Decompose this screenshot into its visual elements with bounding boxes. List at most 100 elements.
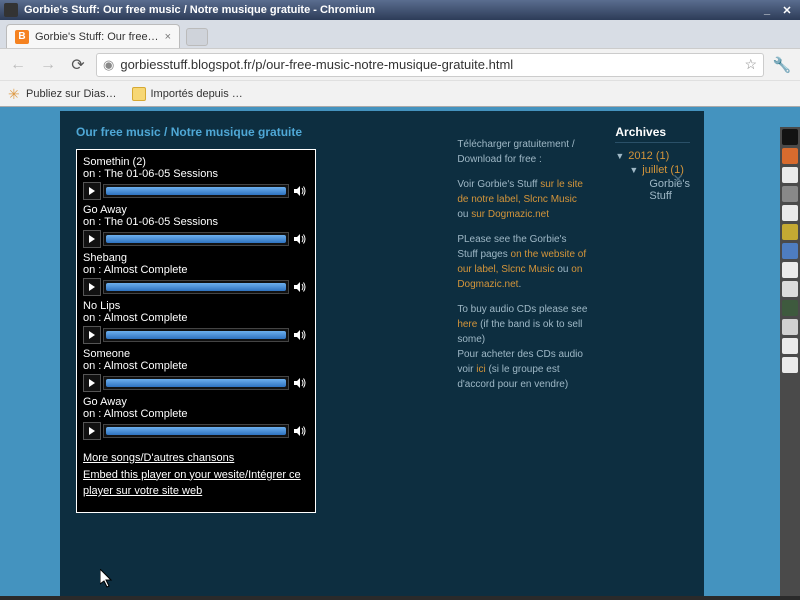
tray-icon[interactable] xyxy=(782,148,798,164)
browser-toolbar: ← → ⟳ ◉ gorbiesstuff.blogspot.fr/p/our-f… xyxy=(0,48,800,80)
track: Someone on : Almost Complete xyxy=(83,348,309,392)
progress-bar[interactable] xyxy=(103,328,289,342)
tray-icon[interactable] xyxy=(782,167,798,183)
archives-heading: Archives xyxy=(615,125,690,143)
tray-icon[interactable] xyxy=(782,224,798,240)
tray-icon[interactable] xyxy=(782,243,798,259)
taskbar[interactable] xyxy=(0,596,800,600)
bookmarks-bar: ✳ Publiez sur Dias… Importés depuis … xyxy=(0,80,800,106)
track-album: on : Almost Complete xyxy=(83,408,309,420)
browser-tab[interactable]: B Gorbie's Stuff: Our free… × xyxy=(6,24,180,48)
page-viewport: Our free music / Notre musique gratuite … xyxy=(0,107,800,599)
text-column: Télécharger gratuitement / Download for … xyxy=(453,111,595,599)
sidebar: Archives ▼ 2012 (1) ▼ juillet (1) Gorbie… xyxy=(595,111,704,599)
track: Shebang on : Almost Complete xyxy=(83,252,309,296)
music-player: Somethin (2) on : The 01-06-05 Sessions … xyxy=(76,149,316,513)
volume-icon[interactable] xyxy=(291,278,309,296)
tray-icon[interactable] xyxy=(782,129,798,145)
address-bar[interactable]: ◉ gorbiesstuff.blogspot.fr/p/our-free-mu… xyxy=(96,53,764,77)
download-heading: Télécharger gratuitement / Download for … xyxy=(457,137,589,167)
tray-icon[interactable] xyxy=(782,338,798,354)
bookmark-item[interactable]: ✳ Publiez sur Dias… xyxy=(8,87,116,101)
bookmark-label: Publiez sur Dias… xyxy=(26,88,116,100)
page-content: Our free music / Notre musique gratuite … xyxy=(60,111,704,599)
reload-button[interactable]: ⟳ xyxy=(66,53,90,77)
track-album: on : Almost Complete xyxy=(83,312,309,324)
bookmark-star-icon[interactable]: ☆ xyxy=(744,56,757,73)
tab-close-button[interactable]: × xyxy=(165,31,171,43)
volume-icon[interactable] xyxy=(291,182,309,200)
back-button[interactable]: ← xyxy=(6,53,30,77)
track: Go Away on : Almost Complete xyxy=(83,396,309,440)
bookmark-icon: ✳ xyxy=(8,87,22,101)
track-title: Go Away xyxy=(83,204,309,216)
track-title: Someone xyxy=(83,348,309,360)
track-album: on : Almost Complete xyxy=(83,264,309,276)
tray-icon[interactable] xyxy=(782,262,798,278)
embed-link[interactable]: Embed this player on your wesite/Intégre… xyxy=(83,467,309,500)
play-button[interactable] xyxy=(83,278,101,296)
track-title: Somethin (2) xyxy=(83,156,309,168)
buy-link-fr[interactable]: ici xyxy=(476,364,485,375)
tab-title: Gorbie's Stuff: Our free… xyxy=(35,31,159,43)
window-minimize-button[interactable]: _ xyxy=(758,2,776,18)
progress-bar[interactable] xyxy=(103,184,289,198)
progress-bar[interactable] xyxy=(103,424,289,438)
track-title: Shebang xyxy=(83,252,309,264)
tray-icon[interactable] xyxy=(782,205,798,221)
track-album: on : The 01-06-05 Sessions xyxy=(83,168,309,180)
window-titlebar: Gorbie's Stuff: Our free music / Notre m… xyxy=(0,0,800,20)
bookmark-item[interactable]: Importés depuis … xyxy=(132,87,242,101)
tray-icon[interactable] xyxy=(782,319,798,335)
tray-icon[interactable] xyxy=(782,186,798,202)
track-album: on : The 01-06-05 Sessions xyxy=(83,216,309,228)
forward-button[interactable]: → xyxy=(36,53,60,77)
volume-icon[interactable] xyxy=(291,422,309,440)
widget-settings-icon[interactable]: ✕ xyxy=(672,171,684,188)
dogmazic-link[interactable]: sur Dogmazic.net xyxy=(471,209,549,220)
buy-link[interactable]: here xyxy=(457,319,477,330)
play-button[interactable] xyxy=(83,182,101,200)
track-title: Go Away xyxy=(83,396,309,408)
track: No Lips on : Almost Complete xyxy=(83,300,309,344)
play-button[interactable] xyxy=(83,326,101,344)
tray-icon[interactable] xyxy=(782,281,798,297)
page-title: Our free music / Notre musique gratuite xyxy=(76,125,453,139)
tab-strip: B Gorbie's Stuff: Our free… × xyxy=(0,20,800,48)
main-column: Our free music / Notre musique gratuite … xyxy=(60,111,453,599)
archive-year[interactable]: ▼ 2012 (1) xyxy=(615,149,690,163)
volume-icon[interactable] xyxy=(291,230,309,248)
browser-chrome: B Gorbie's Stuff: Our free… × ← → ⟳ ◉ go… xyxy=(0,20,800,107)
progress-bar[interactable] xyxy=(103,280,289,294)
track: Somethin (2) on : The 01-06-05 Sessions xyxy=(83,156,309,200)
volume-icon[interactable] xyxy=(291,326,309,344)
play-button[interactable] xyxy=(83,374,101,392)
window-title: Gorbie's Stuff: Our free music / Notre m… xyxy=(24,4,375,16)
archive-year-link[interactable]: 2012 (1) xyxy=(628,150,669,162)
paragraph: Voir Gorbie's Stuff sur le site de notre… xyxy=(457,177,589,222)
progress-bar[interactable] xyxy=(103,232,289,246)
window-close-button[interactable]: ✕ xyxy=(778,2,796,18)
collapse-icon: ▼ xyxy=(629,165,638,175)
favicon-icon: B xyxy=(15,30,29,44)
tray-icon[interactable] xyxy=(782,300,798,316)
folder-icon xyxy=(132,87,146,101)
play-button[interactable] xyxy=(83,422,101,440)
more-songs-link[interactable]: More songs/D'autres chansons xyxy=(83,450,309,467)
volume-icon[interactable] xyxy=(291,374,309,392)
tray-icon[interactable] xyxy=(782,357,798,373)
system-tray xyxy=(780,127,800,599)
url-text: gorbiesstuff.blogspot.fr/p/our-free-musi… xyxy=(120,57,738,72)
play-button[interactable] xyxy=(83,230,101,248)
new-tab-button[interactable] xyxy=(186,28,208,46)
collapse-icon: ▼ xyxy=(615,151,624,161)
track: Go Away on : The 01-06-05 Sessions xyxy=(83,204,309,248)
chrome-menu-button[interactable]: 🔧 xyxy=(770,53,794,77)
bookmark-label: Importés depuis … xyxy=(150,88,242,100)
track-title: No Lips xyxy=(83,300,309,312)
paragraph: To buy audio CDs please see here (if the… xyxy=(457,302,589,392)
progress-bar[interactable] xyxy=(103,376,289,390)
track-album: on : Almost Complete xyxy=(83,360,309,372)
globe-icon: ◉ xyxy=(103,57,114,73)
app-icon xyxy=(4,3,18,17)
